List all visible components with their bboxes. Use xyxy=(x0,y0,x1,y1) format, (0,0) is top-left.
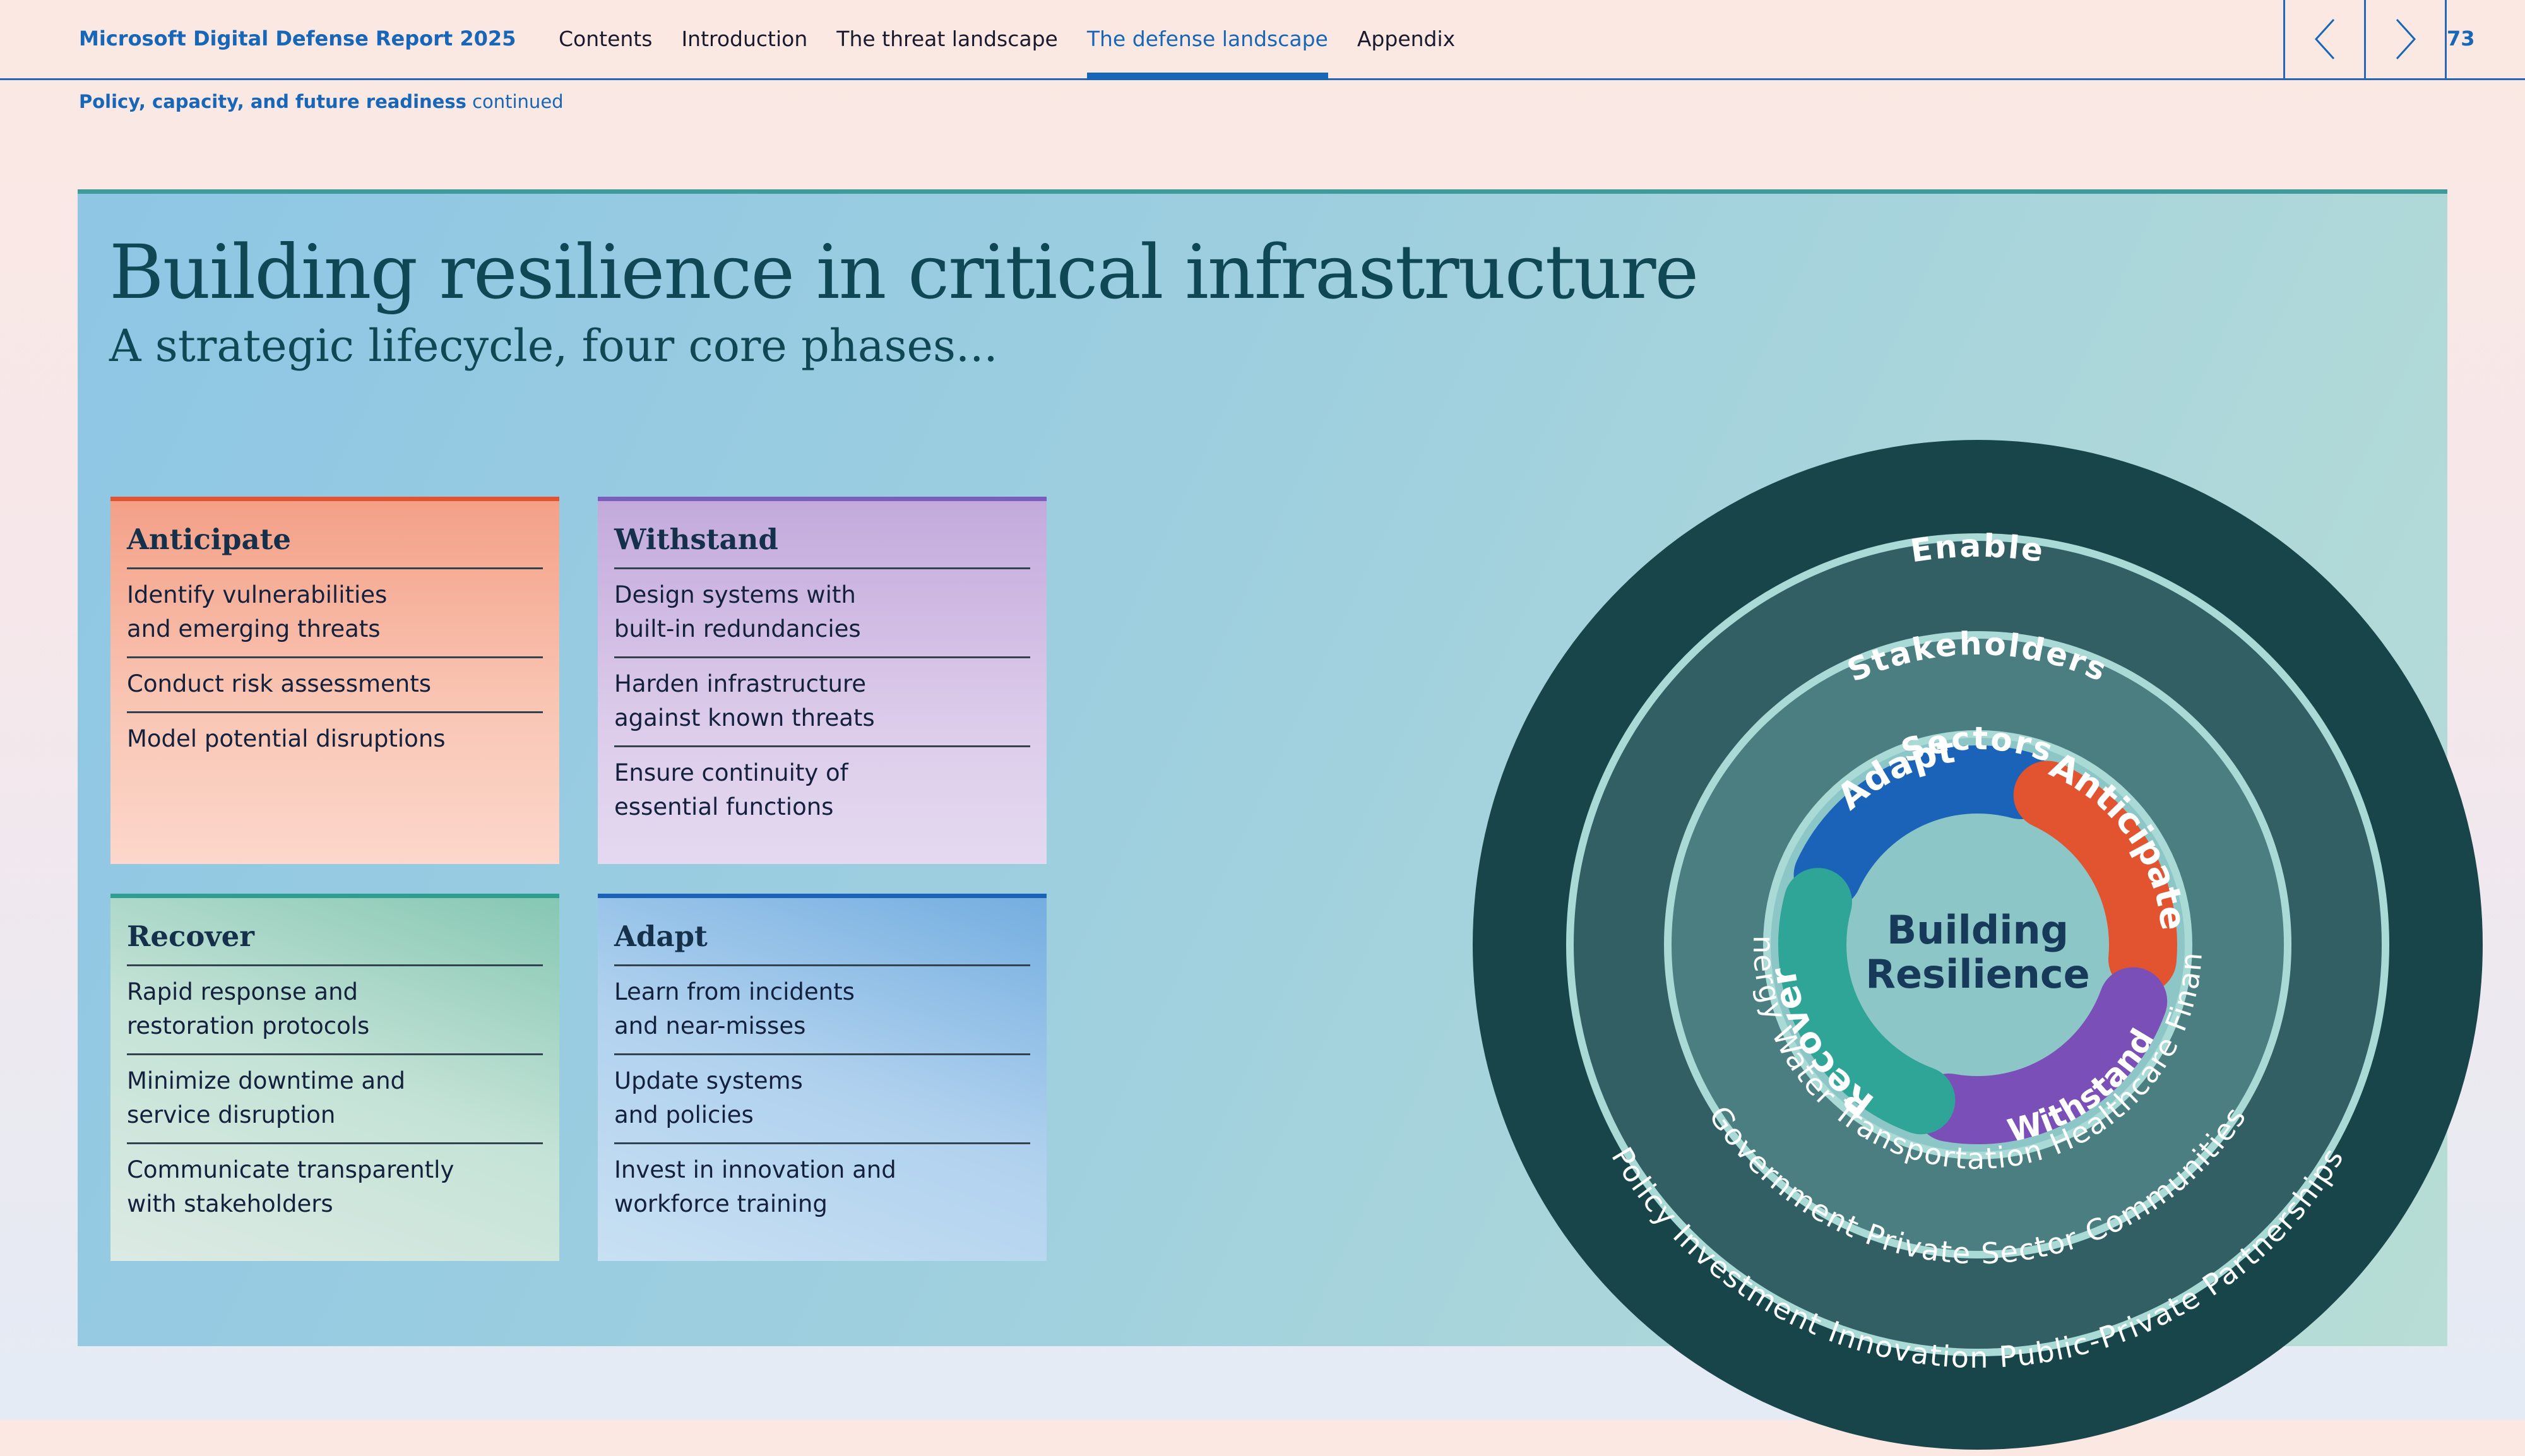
chevron-right-icon xyxy=(2396,18,2416,60)
chevron-left-icon xyxy=(2314,18,2334,60)
main-panel: Building resilience in critical infrastr… xyxy=(78,189,2483,1450)
card-title: Anticipate xyxy=(127,523,543,569)
card-title: Adapt xyxy=(614,920,1030,966)
resilience-diagram: Enable Policy Investment Innovation Publ… xyxy=(1466,434,2483,1450)
previous-page-button[interactable] xyxy=(2283,0,2364,78)
card-item: Identify vulnerabilities and emerging th… xyxy=(127,569,543,658)
card-title: Withstand xyxy=(614,523,1030,569)
page-subtitle: A strategic lifecycle, four core phases.… xyxy=(109,320,998,372)
card-item: Model potential disruptions xyxy=(127,725,446,752)
card-item: Conduct risk assessments xyxy=(127,658,543,713)
nav-defense-landscape[interactable]: The defense landscape xyxy=(1086,0,1328,80)
card-item: Invest in innovation and workforce train… xyxy=(614,1156,896,1217)
breadcrumb-suffix: continued xyxy=(472,91,564,112)
page-title: Building resilience in critical infrastr… xyxy=(109,228,1699,316)
nav-contents[interactable]: Contents xyxy=(559,0,652,78)
breadcrumb-section[interactable]: Policy, capacity, and future readiness xyxy=(79,91,466,112)
report-title[interactable]: Microsoft Digital Defense Report 2025 xyxy=(79,27,516,50)
card-withstand: Withstand Design systems with built-in r… xyxy=(598,497,1047,864)
card-adapt: Adapt Learn from incidents and near-miss… xyxy=(598,894,1047,1261)
card-recover: Recover Rapid response and restoration p… xyxy=(110,894,559,1261)
card-item: Rapid response and restoration protocols xyxy=(127,966,543,1055)
card-item: Ensure continuity of essential functions xyxy=(614,759,848,820)
next-page-button[interactable] xyxy=(2364,0,2445,78)
top-nav-bar: Microsoft Digital Defense Report 2025 Co… xyxy=(0,0,2525,80)
section-nav: Contents Introduction The threat landsca… xyxy=(559,0,1484,80)
nav-introduction[interactable]: Introduction xyxy=(681,0,807,78)
card-item: Learn from incidents and near-misses xyxy=(614,966,1030,1055)
breadcrumb: Policy, capacity, and future readiness c… xyxy=(79,91,564,112)
card-item: Communicate transparently with stakehold… xyxy=(127,1156,454,1217)
card-item: Harden infrastructure against known thre… xyxy=(614,658,1030,747)
center-label-line1: Building xyxy=(1887,907,2069,953)
nav-appendix[interactable]: Appendix xyxy=(1357,0,1455,78)
card-item: Minimize downtime and service disruption xyxy=(127,1055,543,1144)
page-number: 73 xyxy=(2447,27,2475,50)
center-label-line2: Resilience xyxy=(1865,951,2089,997)
card-anticipate: Anticipate Identify vulnerabilities and … xyxy=(110,497,559,864)
card-item: Design systems with built-in redundancie… xyxy=(614,569,1030,658)
ring-label-enable: Enable xyxy=(1908,528,2047,570)
nav-threat-landscape[interactable]: The threat landscape xyxy=(836,0,1058,78)
card-item: Update systems and policies xyxy=(614,1055,1030,1144)
card-title: Recover xyxy=(127,920,543,966)
